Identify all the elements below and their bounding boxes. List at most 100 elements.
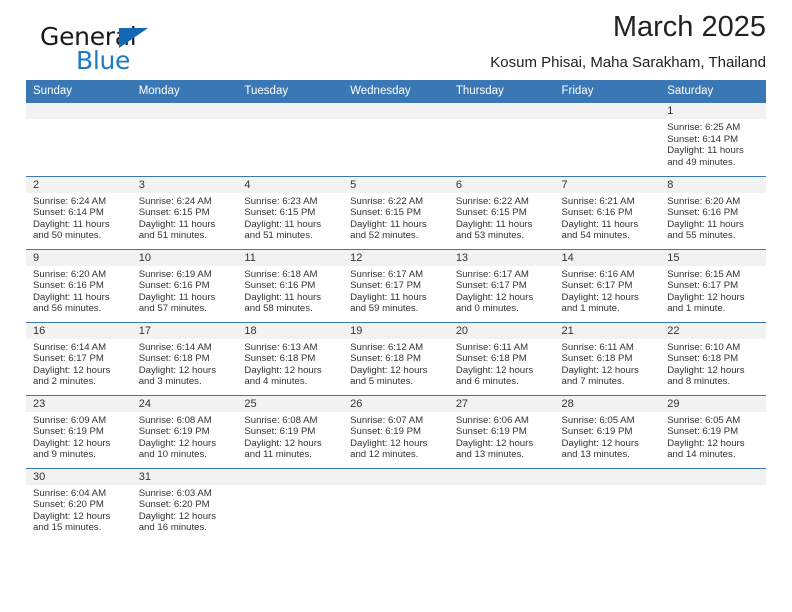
- calendar-header-row: Sunday Monday Tuesday Wednesday Thursday Frid…: [26, 80, 766, 103]
- empty-day-cell: [554, 468, 661, 549]
- calendar-week-row: 16 Sunrise: 6:14 AM Sunset: 6:17 PM Dayligh…: [26, 321, 766, 395]
- sunrise-text: Sunrise: 6:11 AM: [561, 341, 634, 353]
- weekday-header-saturday: Saturday: [660, 80, 766, 103]
- sunset-text: Sunset: 6:18 PM: [244, 353, 316, 365]
- day-details: Sunrise: 6:11 AM Sunset: 6:18 PM Daylight:…: [555, 339, 661, 388]
- calendar-day-cell[interactable]: 15 Sunrise: 6:15 AM Sunset: 6:17 PM Dayligh…: [660, 248, 766, 322]
- day-number: 9: [26, 249, 132, 266]
- sunrise-text: Sunrise: 6:13 AM: [244, 341, 318, 353]
- day-cell: 13 Sunrise: 6:17 AM Sunset: 6:17 PM Dayligh…: [448, 249, 555, 322]
- sunrise-text: Sunrise: 6:07 AM: [350, 414, 424, 426]
- calendar-day-cell[interactable]: 6 Sunrise: 6:22 AM Sunset: 6:15 PM Daylight…: [448, 175, 555, 249]
- day-number: [343, 468, 449, 485]
- general-blue-logo[interactable]: General Blue: [40, 24, 240, 78]
- daylight-text-line1: Daylight: 12 hours: [33, 437, 111, 449]
- sunrise-text: Sunrise: 6:21 AM: [561, 195, 635, 207]
- sunrise-text: Sunrise: 6:17 AM: [455, 268, 529, 280]
- sunset-text: Sunset: 6:16 PM: [244, 280, 316, 292]
- sunrise-text: Sunrise: 6:20 AM: [33, 268, 107, 280]
- calendar-day-cell[interactable]: 19 Sunrise: 6:12 AM Sunset: 6:18 PM Dayligh…: [343, 321, 449, 395]
- daylight-text-line1: Daylight: 12 hours: [667, 291, 745, 303]
- day-cell: 12 Sunrise: 6:17 AM Sunset: 6:17 PM Dayligh…: [343, 249, 449, 322]
- day-number: 24: [131, 395, 238, 412]
- calendar-day-cell[interactable]: 9 Sunrise: 6:20 AM Sunset: 6:16 PM Daylight…: [26, 248, 132, 322]
- calendar-day-cell[interactable]: 31 Sunrise: 6:03 AM Sunset: 6:20 PM Dayligh…: [131, 467, 238, 548]
- calendar-day-cell[interactable]: 25 Sunrise: 6:08 AM Sunset: 6:19 PM Dayligh…: [237, 394, 344, 468]
- calendar-day-cell[interactable]: 4 Sunrise: 6:23 AM Sunset: 6:15 PM Daylight…: [237, 175, 344, 249]
- calendar-day-cell[interactable]: 5 Sunrise: 6:22 AM Sunset: 6:15 PM Daylight…: [343, 175, 449, 249]
- calendar-body: 1 Sunrise: 6:25 AM Sunset: 6:14 PM Daylight…: [26, 103, 766, 548]
- daylight-text-line2: and 6 minutes.: [455, 376, 519, 388]
- empty-day-cell: [343, 468, 449, 549]
- sunset-text: Sunset: 6:17 PM: [667, 280, 739, 292]
- sunset-text: Sunset: 6:15 PM: [350, 207, 422, 219]
- empty-day-cell: [343, 103, 449, 176]
- day-cell: 15 Sunrise: 6:15 AM Sunset: 6:17 PM Dayligh…: [660, 249, 766, 322]
- day-details: Sunrise: 6:19 AM Sunset: 6:16 PM Daylight:…: [132, 266, 238, 315]
- daylight-text-line1: Daylight: 12 hours: [455, 437, 534, 449]
- day-details: Sunrise: 6:10 AM Sunset: 6:18 PM Daylight:…: [660, 339, 766, 388]
- daylight-text-line1: Daylight: 11 hours: [244, 218, 322, 230]
- calendar-day-cell[interactable]: 13 Sunrise: 6:17 AM Sunset: 6:17 PM Dayligh…: [448, 248, 555, 322]
- daylight-text-line2: and 51 minutes.: [244, 230, 313, 242]
- calendar-day-cell[interactable]: 12 Sunrise: 6:17 AM Sunset: 6:17 PM Dayligh…: [343, 248, 449, 322]
- day-number: [448, 103, 555, 119]
- sunset-text: Sunset: 6:19 PM: [350, 426, 422, 438]
- sunrise-text: Sunrise: 6:06 AM: [455, 414, 529, 426]
- calendar-day-cell[interactable]: 26 Sunrise: 6:07 AM Sunset: 6:19 PM Dayligh…: [343, 394, 449, 468]
- calendar-day-cell[interactable]: 18 Sunrise: 6:13 AM Sunset: 6:18 PM Dayligh…: [237, 321, 344, 395]
- day-cell: 25 Sunrise: 6:08 AM Sunset: 6:19 PM Dayligh…: [237, 395, 344, 468]
- sunset-text: Sunset: 6:20 PM: [33, 499, 104, 511]
- calendar-day-cell[interactable]: 1 Sunrise: 6:25 AM Sunset: 6:14 PM Daylight…: [660, 103, 766, 176]
- calendar-day-cell[interactable]: 29 Sunrise: 6:05 AM Sunset: 6:19 PM Dayligh…: [660, 394, 766, 468]
- calendar-day-cell[interactable]: 11 Sunrise: 6:18 AM Sunset: 6:16 PM Dayligh…: [237, 248, 344, 322]
- calendar-day-cell[interactable]: 21 Sunrise: 6:11 AM Sunset: 6:18 PM Dayligh…: [554, 321, 661, 395]
- daylight-text-line1: Daylight: 11 hours: [33, 291, 110, 303]
- day-details: Sunrise: 6:20 AM Sunset: 6:16 PM Daylight:…: [660, 193, 766, 242]
- day-cell: 17 Sunrise: 6:14 AM Sunset: 6:18 PM Dayligh…: [131, 322, 238, 395]
- day-details: Sunrise: 6:05 AM Sunset: 6:19 PM Daylight:…: [555, 412, 661, 461]
- day-number: 12: [343, 249, 449, 266]
- daylight-text-line1: Daylight: 11 hours: [350, 218, 427, 230]
- calendar-day-cell[interactable]: 7 Sunrise: 6:21 AM Sunset: 6:16 PM Daylight…: [554, 175, 661, 249]
- calendar-day-cell[interactable]: 20 Sunrise: 6:11 AM Sunset: 6:18 PM Dayligh…: [448, 321, 555, 395]
- calendar-day-cell[interactable]: 27 Sunrise: 6:06 AM Sunset: 6:19 PM Dayligh…: [448, 394, 555, 468]
- daylight-text-line1: Daylight: 12 hours: [561, 291, 639, 303]
- calendar-day-cell[interactable]: 30 Sunrise: 6:04 AM Sunset: 6:20 PM Dayligh…: [26, 467, 132, 548]
- calendar-day-cell[interactable]: 16 Sunrise: 6:14 AM Sunset: 6:17 PM Dayligh…: [26, 321, 132, 395]
- calendar-day-cell[interactable]: 2 Sunrise: 6:24 AM Sunset: 6:14 PM Daylight…: [26, 175, 132, 249]
- daylight-text-line2: and 4 minutes.: [244, 376, 308, 388]
- calendar-table: Sunday Monday Tuesday Wednesday Thursday Frid…: [26, 80, 766, 548]
- sunset-text: Sunset: 6:19 PM: [244, 426, 316, 438]
- daylight-text-line2: and 7 minutes.: [561, 376, 625, 388]
- calendar-day-cell[interactable]: 10 Sunrise: 6:19 AM Sunset: 6:16 PM Dayligh…: [131, 248, 238, 322]
- daylight-text-line1: Daylight: 12 hours: [138, 510, 217, 522]
- day-number: 25: [237, 395, 344, 412]
- sunset-text: Sunset: 6:18 PM: [667, 353, 739, 365]
- day-number: 17: [131, 322, 238, 339]
- daylight-text-line1: Daylight: 12 hours: [455, 291, 534, 303]
- daylight-text-line1: Daylight: 11 hours: [667, 145, 744, 157]
- calendar-day-cell[interactable]: 8 Sunrise: 6:20 AM Sunset: 6:16 PM Daylight…: [660, 175, 766, 249]
- day-number: 3: [131, 176, 238, 193]
- day-number: 2: [26, 176, 132, 193]
- weekday-header: Sunday Monday Tuesday Wednesday Thursday Frid…: [26, 80, 766, 103]
- sunrise-text: Sunrise: 6:25 AM: [667, 122, 741, 133]
- sunrise-text: Sunrise: 6:20 AM: [667, 195, 741, 207]
- sunrise-text: Sunrise: 6:16 AM: [561, 268, 635, 280]
- day-cell: 22 Sunrise: 6:10 AM Sunset: 6:18 PM Dayligh…: [660, 322, 766, 395]
- day-cell: 4 Sunrise: 6:23 AM Sunset: 6:15 PM Daylight…: [237, 176, 344, 249]
- day-number: 10: [131, 249, 238, 266]
- empty-day-cell: [448, 103, 555, 176]
- calendar-day-cell[interactable]: 28 Sunrise: 6:05 AM Sunset: 6:19 PM Dayligh…: [554, 394, 661, 468]
- calendar-day-cell: [26, 103, 132, 176]
- calendar-day-cell[interactable]: 24 Sunrise: 6:08 AM Sunset: 6:19 PM Dayligh…: [131, 394, 238, 468]
- daylight-text-line2: and 54 minutes.: [561, 230, 630, 242]
- calendar-day-cell[interactable]: 3 Sunrise: 6:24 AM Sunset: 6:15 PM Daylight…: [131, 175, 238, 249]
- calendar-day-cell[interactable]: 17 Sunrise: 6:14 AM Sunset: 6:18 PM Dayligh…: [131, 321, 238, 395]
- calendar-day-cell[interactable]: 14 Sunrise: 6:16 AM Sunset: 6:17 PM Dayligh…: [554, 248, 661, 322]
- day-number: 11: [237, 249, 344, 266]
- day-cell: 23 Sunrise: 6:09 AM Sunset: 6:19 PM Dayligh…: [26, 395, 132, 468]
- calendar-day-cell[interactable]: 22 Sunrise: 6:10 AM Sunset: 6:18 PM Dayligh…: [660, 321, 766, 395]
- calendar-day-cell[interactable]: 23 Sunrise: 6:09 AM Sunset: 6:19 PM Dayligh…: [26, 394, 132, 468]
